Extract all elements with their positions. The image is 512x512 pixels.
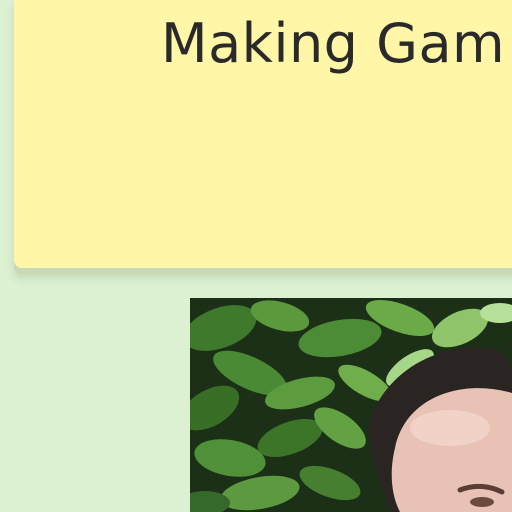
person-in-foliage-photo [190,298,512,512]
title-card: Making Gam [14,0,512,268]
card-title: Making Gam [161,12,506,75]
page: Making Gam [0,0,512,512]
